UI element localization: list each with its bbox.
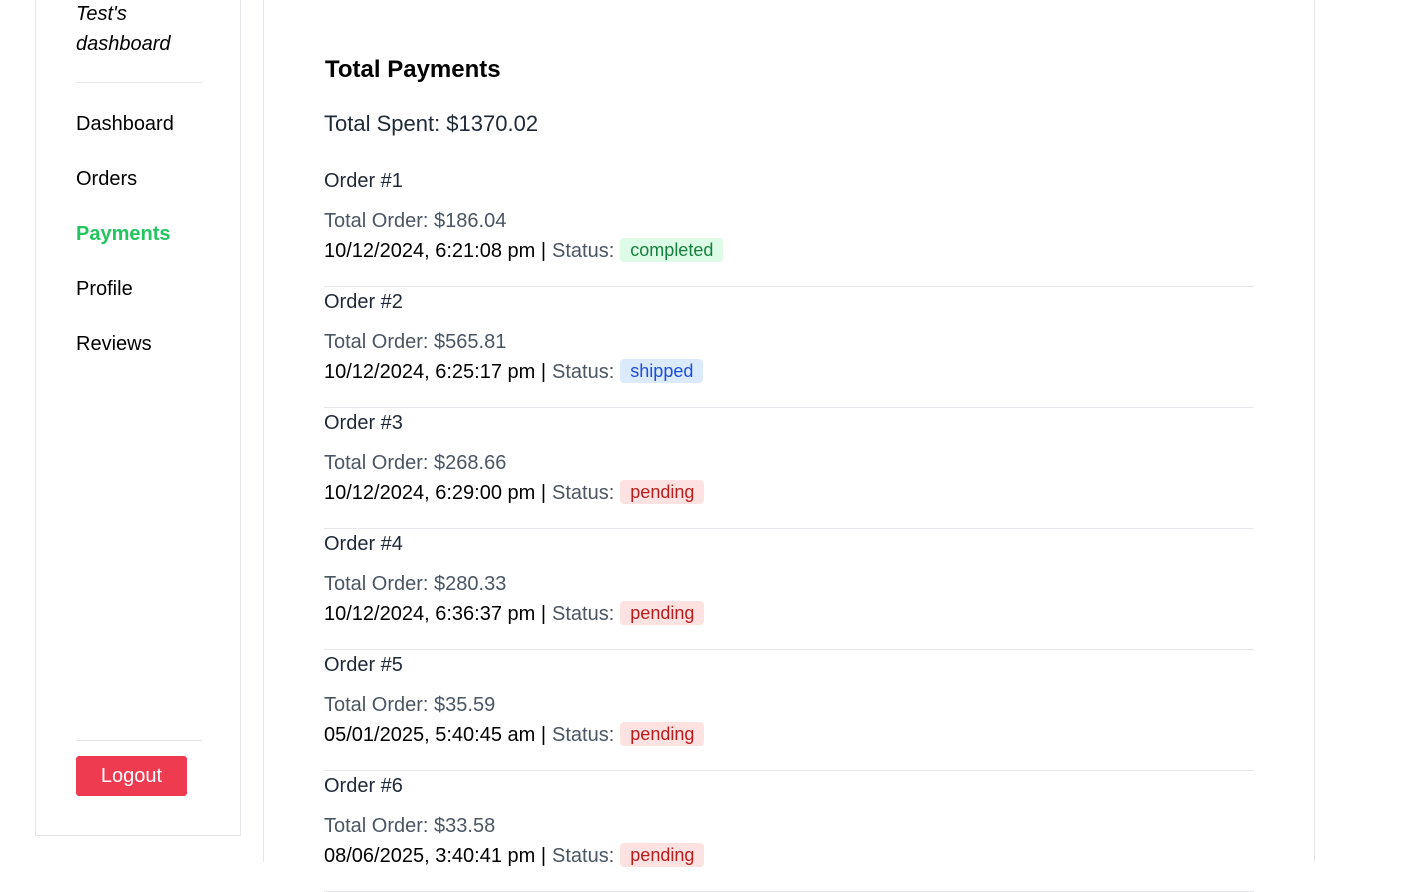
order-datetime: 05/01/2025, 5:40:45 am | [324,724,547,746]
page-title: Total Payments [325,56,501,83]
order-title: Order #4 [324,533,403,555]
order-title: Order #2 [324,291,403,313]
order-datetime: 10/12/2024, 6:21:08 pm | [324,240,547,262]
status-badge: completed [620,238,724,262]
sidebar-item-orders[interactable]: Orders [76,164,174,219]
status-label: Status: [552,724,615,746]
sidebar-item-reviews[interactable]: Reviews [76,329,174,384]
status-badge: shipped [620,359,704,383]
status-badge: pending [620,843,705,867]
order-title: Order #3 [324,412,403,434]
order-total: Total Order: $33.58 [324,815,496,837]
orders-list: Order #1 Total Order: $186.04 10/12/2024, … [324,166,1254,892]
order-datetime: 10/12/2024, 6:25:17 pm | [324,361,547,383]
main-content: Total Payments Total Spent: $1370.02 Ord… [263,0,1315,892]
order-total: Total Order: $280.33 [324,573,507,595]
sidebar-item-profile[interactable]: Profile [76,274,174,329]
status-label: Status: [552,240,615,262]
order-meta: 10/12/2024, 6:29:00 pm | Status: pending [324,478,705,508]
total-spent: Total Spent: $1370.02 [324,111,539,136]
status-badge: pending [620,722,705,746]
order-item: Order #4 Total Order: $280.33 10/12/2024, … [324,529,1254,650]
order-datetime: 10/12/2024, 6:29:00 pm | [324,482,547,504]
status-badge: pending [620,601,705,625]
order-item: Order #1 Total Order: $186.04 10/12/2024, … [324,166,1254,287]
order-datetime: 10/12/2024, 6:36:37 pm | [324,603,547,625]
order-item: Order #3 Total Order: $268.66 10/12/2024, … [324,408,1254,529]
status-label: Status: [552,361,615,383]
sidebar: Test's dashboard Dashboard Orders Paymen… [35,0,241,836]
order-item: Order #5 Total Order: $35.59 05/01/2025, 5… [324,650,1254,771]
sidebar-divider-bottom [76,740,202,741]
order-meta: 10/12/2024, 6:21:08 pm | Status: completed [324,236,724,266]
order-meta: 05/01/2025, 5:40:45 am | Status: pending [324,720,705,750]
status-badge: pending [620,480,705,504]
order-datetime: 08/06/2025, 3:40:41 pm | [324,845,547,867]
order-total: Total Order: $268.66 [324,452,507,474]
order-meta: 10/12/2024, 6:36:37 pm | Status: pending [324,599,705,629]
order-title: Order #5 [324,654,403,676]
order-item: Order #2 Total Order: $565.81 10/12/2024, … [324,287,1254,408]
order-title: Order #6 [324,775,403,797]
sidebar-nav: Dashboard Orders Payments Profile Review… [76,109,174,384]
order-total: Total Order: $35.59 [324,694,496,716]
status-label: Status: [552,482,615,504]
sidebar-item-dashboard[interactable]: Dashboard [76,109,174,164]
logout-button[interactable]: Logout [76,756,187,796]
order-total: Total Order: $186.04 [324,210,507,232]
sidebar-item-payments[interactable]: Payments [76,219,174,274]
sidebar-divider [76,82,202,83]
order-item: Order #6 Total Order: $33.58 08/06/2025, 3… [324,771,1254,892]
order-meta: 08/06/2025, 3:40:41 pm | Status: pending [324,841,705,871]
order-total: Total Order: $565.81 [324,331,507,353]
order-title: Order #1 [324,170,403,192]
dashboard-brand: Test's dashboard [76,3,171,55]
status-label: Status: [552,603,615,625]
order-meta: 10/12/2024, 6:25:17 pm | Status: shipped [324,357,704,387]
status-label: Status: [552,845,615,867]
